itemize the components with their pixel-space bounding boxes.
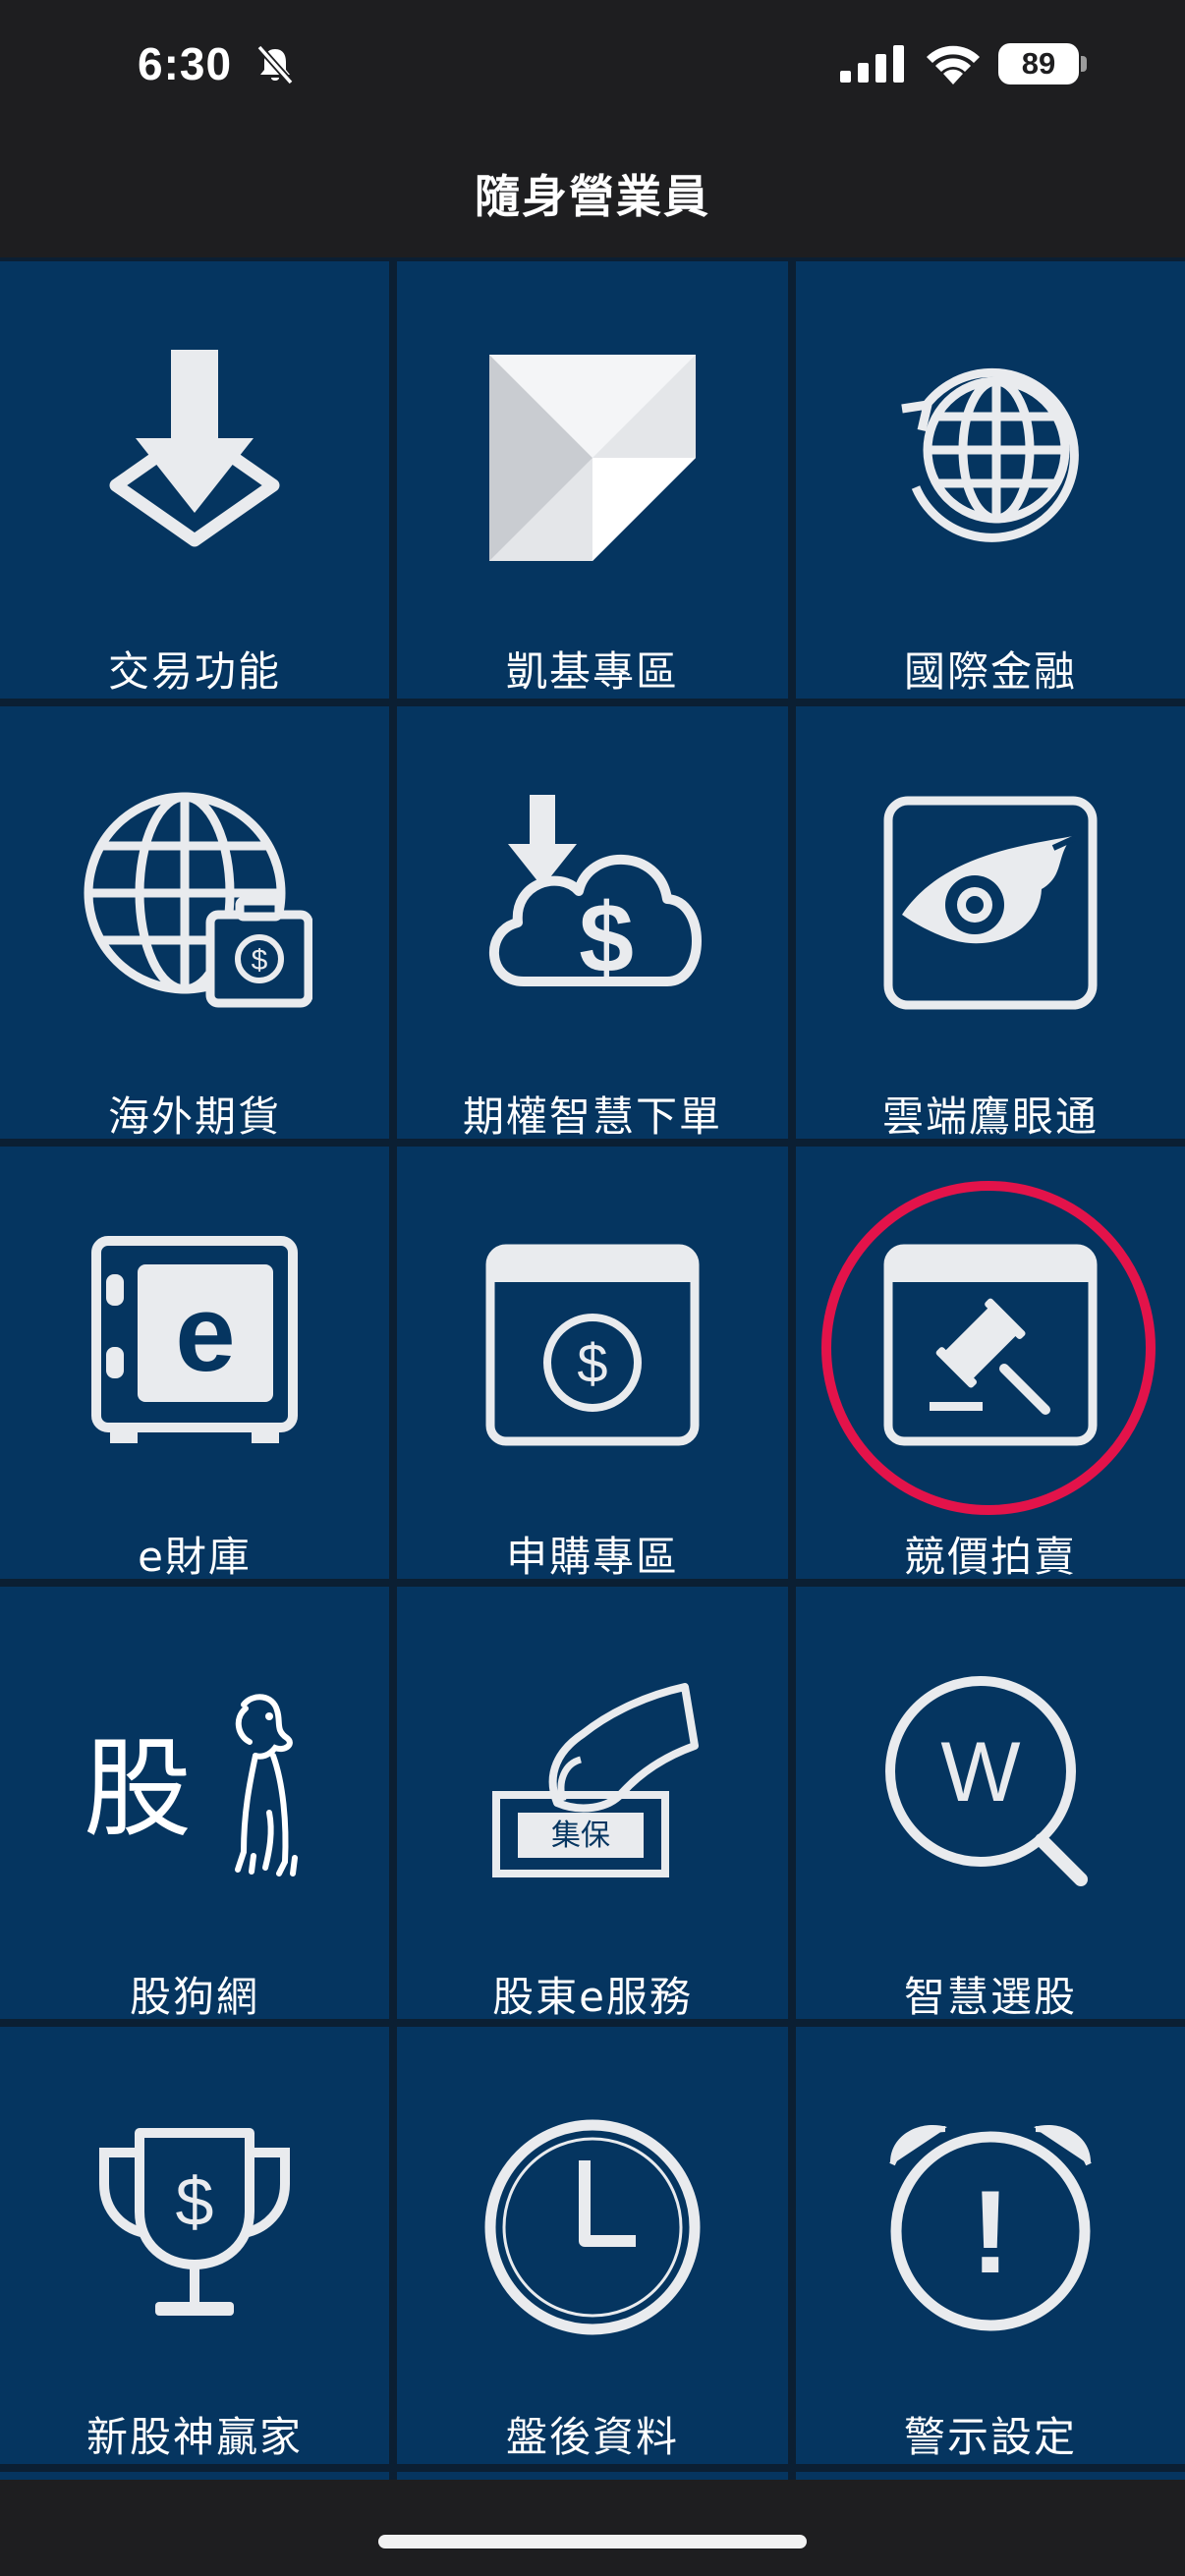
status-time: 6:30 xyxy=(138,38,233,89)
tile-label: 海外期貨 xyxy=(107,1092,281,1141)
svg-text:e: e xyxy=(175,1273,235,1394)
app-screen: 6:30 89 隨身營業員 交易功能 凱基專區 國際金融 $ 海外期貨 $ 期權… xyxy=(0,0,1185,2576)
tile-label: 新股神贏家 xyxy=(85,2413,303,2461)
tile-label: 凱基專區 xyxy=(505,647,679,696)
tile-kgi-zone[interactable]: 凱基專區 xyxy=(397,261,788,699)
tile-after-hours-data[interactable]: 盤後資料 xyxy=(397,2027,788,2464)
wifi-icon xyxy=(927,45,980,84)
trophy-dollar-icon: $ xyxy=(77,2105,312,2341)
svg-text:$: $ xyxy=(176,2163,214,2240)
svg-text:!: ! xyxy=(971,2166,1010,2298)
tile-label: 交易功能 xyxy=(107,647,281,696)
tile-label: 智慧選股 xyxy=(903,1973,1077,2021)
tile-shareholder-e-service[interactable]: 集保 股東e服務 xyxy=(397,1587,788,2021)
tile-label: 盤後資料 xyxy=(505,2413,679,2461)
safe-e-icon: e xyxy=(77,1225,312,1461)
status-bar: 6:30 89 xyxy=(0,0,1185,130)
cloud-dollar-download-icon: $ xyxy=(475,785,710,1021)
clock-icon xyxy=(475,2105,710,2341)
home-indicator[interactable] xyxy=(378,2535,807,2548)
hand-ballot-icon: 集保 xyxy=(475,1665,710,1901)
tile-next-row xyxy=(796,2472,1185,2480)
tile-next-row xyxy=(397,2472,788,2480)
tile-auction[interactable]: 競價拍賣 xyxy=(796,1147,1185,1581)
menu-grid: 交易功能 凱基專區 國際金融 $ 海外期貨 $ 期權智慧下單 雲端鷹眼通 e e… xyxy=(0,257,1185,2480)
eagle-eye-icon xyxy=(873,785,1108,1021)
tile-overseas-futures[interactable]: $ 海外期貨 xyxy=(0,706,389,1141)
globe-refresh-icon xyxy=(873,340,1108,576)
tile-label: 競價拍賣 xyxy=(903,1533,1077,1581)
download-tray-icon xyxy=(77,340,312,576)
tile-label: 申購專區 xyxy=(505,1533,679,1581)
tile-label: 期權智慧下單 xyxy=(462,1092,722,1141)
tile-label: 股狗網 xyxy=(129,1973,259,2021)
kgi-logo-icon xyxy=(475,340,710,576)
battery-indicator: 89 xyxy=(998,43,1079,84)
battery-nub xyxy=(1081,56,1087,72)
svg-text:集保: 集保 xyxy=(551,1819,610,1853)
tile-international-finance[interactable]: 國際金融 xyxy=(796,261,1185,699)
tile-label: 國際金融 xyxy=(903,647,1077,696)
alarm-clock-icon: ! xyxy=(873,2105,1108,2341)
tile-label: 雲端鷹眼通 xyxy=(881,1092,1099,1141)
tile-label: 股東e服務 xyxy=(492,1973,693,2021)
tile-smart-stock-picking[interactable]: W 智慧選股 xyxy=(796,1587,1185,2021)
tile-subscription-zone[interactable]: $ 申購專區 xyxy=(397,1147,788,1581)
bell-muted-icon xyxy=(256,44,294,85)
tile-stock-dog[interactable]: 股 股狗網 xyxy=(0,1587,389,2021)
tile-label: 警示設定 xyxy=(903,2413,1077,2461)
globe-briefcase-icon: $ xyxy=(77,785,312,1021)
auction-gavel-icon xyxy=(873,1225,1108,1461)
search-w-icon: W xyxy=(873,1665,1108,1901)
svg-text:股: 股 xyxy=(84,1726,192,1852)
app-header: 隨身營業員 xyxy=(0,130,1185,257)
cellular-signal-icon xyxy=(840,45,904,83)
tile-trading[interactable]: 交易功能 xyxy=(0,261,389,699)
tile-alert-settings[interactable]: ! 警示設定 xyxy=(796,2027,1185,2464)
tile-label: e財庫 xyxy=(138,1533,252,1581)
window-dollar-icon: $ xyxy=(475,1225,710,1461)
svg-text:$: $ xyxy=(252,944,268,977)
tile-options-smart-order[interactable]: $ 期權智慧下單 xyxy=(397,706,788,1141)
tile-next-row xyxy=(0,2472,389,2480)
svg-text:W: W xyxy=(940,1725,1020,1820)
tile-new-stock-winner[interactable]: $ 新股神贏家 xyxy=(0,2027,389,2464)
svg-text:$: $ xyxy=(579,883,634,993)
stock-dog-icon: 股 xyxy=(77,1665,312,1901)
tile-cloud-eagle-eye[interactable]: 雲端鷹眼通 xyxy=(796,706,1185,1141)
svg-text:$: $ xyxy=(577,1332,607,1394)
page-title: 隨身營業員 xyxy=(475,170,710,223)
tile-e-treasury[interactable]: e e財庫 xyxy=(0,1147,389,1581)
